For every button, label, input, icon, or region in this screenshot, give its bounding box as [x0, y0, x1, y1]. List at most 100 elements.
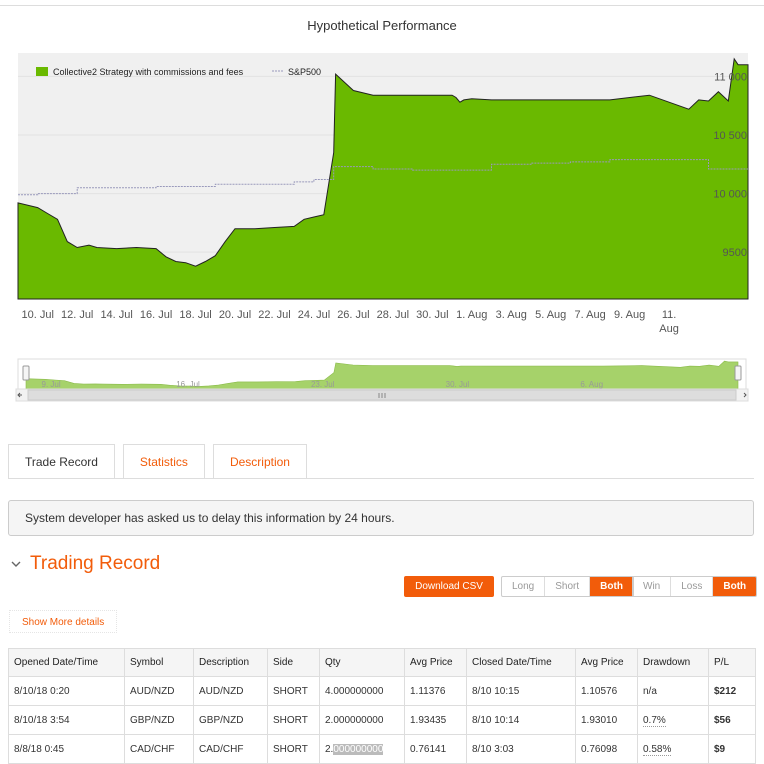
navigator-label: 16. Jul	[176, 380, 200, 389]
table-header-row: Opened Date/Time Symbol Description Side…	[8, 648, 756, 677]
col-symbol[interactable]: Symbol	[124, 648, 194, 677]
chevron-down-icon[interactable]	[10, 558, 22, 570]
table-row[interactable]: 8/10/18 3:54 GBP/NZD GBP/NZD SHORT 2.000…	[8, 705, 756, 735]
filter-short[interactable]: Short	[545, 577, 591, 596]
legend-strategy-label[interactable]: Collective2 Strategy with commissions an…	[53, 67, 244, 77]
section-title: Trading Record	[30, 553, 161, 574]
filter-long[interactable]: Long	[502, 577, 546, 596]
navigator-label: 23. Jul	[311, 380, 335, 389]
y-tick-label: 9500	[723, 247, 747, 259]
cell-drawdown: n/a	[637, 676, 709, 706]
navigator-right-handle[interactable]	[734, 365, 742, 381]
col-avg-price-open[interactable]: Avg Price	[404, 648, 467, 677]
col-side[interactable]: Side	[267, 648, 320, 677]
download-csv-button[interactable]: Download CSV	[404, 576, 494, 597]
tab-description[interactable]: Description	[212, 444, 307, 479]
navigator-left-handle[interactable]	[22, 365, 30, 381]
trades-table: Opened Date/Time Symbol Description Side…	[8, 648, 756, 764]
chart-navigator[interactable]: 9. Jul 16. Jul 23. Jul 30. Jul 6. Aug	[0, 356, 764, 406]
table-row[interactable]: 8/8/18 0:45 CAD/CHF CAD/CHF SHORT 2.0000…	[8, 734, 756, 764]
cell-drawdown[interactable]: 0.58%	[637, 734, 709, 764]
y-tick-label: 11 000	[714, 71, 747, 83]
cell-opened: 8/10/18 0:20	[8, 676, 125, 706]
cell-closed: 8/10 3:03	[466, 734, 576, 764]
x-tick-label: 28. Jul	[377, 309, 409, 321]
filter-win[interactable]: Win	[633, 577, 672, 596]
tab-statistics[interactable]: Statistics	[122, 444, 205, 479]
table-row[interactable]: 8/10/18 0:20 AUD/NZD AUD/NZD SHORT 4.000…	[8, 676, 756, 706]
cell-pl: $212	[708, 676, 756, 706]
qty-selected: 000000000	[333, 743, 384, 755]
x-tick-label: 7. Aug	[575, 309, 606, 321]
filter-result-both[interactable]: Both	[713, 577, 757, 596]
x-tick-label: 1. Aug	[456, 309, 487, 321]
col-qty[interactable]: Qty	[319, 648, 405, 677]
show-more-details-button[interactable]: Show More details	[9, 610, 118, 633]
filter-loss[interactable]: Loss	[671, 577, 714, 596]
x-tick-label: 11.	[662, 309, 676, 321]
navigator-svg[interactable]: 9. Jul 16. Jul 23. Jul 30. Jul 6. Aug	[0, 356, 764, 406]
cell-avg-price-close: 1.10576	[575, 676, 638, 706]
cell-closed: 8/10 10:15	[466, 676, 576, 706]
x-tick-label: 12. Jul	[61, 309, 93, 321]
x-tick-label: 10. Jul	[22, 309, 54, 321]
performance-chart[interactable]: 9500 10 000 10 500 11 000 10. Jul 12. Jul 14. …	[0, 8, 764, 348]
x-tick-label: 16. Jul	[140, 309, 172, 321]
drawdown-value[interactable]: 0.7%	[643, 714, 666, 727]
legend-strategy-swatch	[36, 67, 48, 76]
cell-side: SHORT	[267, 676, 320, 706]
cell-qty: 2.000000000	[319, 734, 405, 764]
cell-qty: 2.000000000	[319, 705, 405, 735]
cell-avg-price-open: 1.11376	[404, 676, 467, 706]
cell-opened: 8/10/18 3:54	[8, 705, 125, 735]
x-tick-label-line2: Aug	[659, 323, 679, 335]
cell-drawdown[interactable]: 0.7%	[637, 705, 709, 735]
drawdown-value[interactable]: 0.58%	[643, 743, 672, 756]
col-avg-price-close[interactable]: Avg Price	[575, 648, 638, 677]
x-tick-label: 3. Aug	[496, 309, 527, 321]
col-opened[interactable]: Opened Date/Time	[8, 648, 125, 677]
cell-avg-price-open: 0.76141	[404, 734, 467, 764]
y-tick-label: 10 000	[713, 189, 747, 201]
cell-symbol: AUD/NZD	[124, 676, 194, 706]
trading-record-header[interactable]: Trading Record	[10, 553, 160, 575]
x-tick-label: 24. Jul	[298, 309, 330, 321]
x-tick-label: 5. Aug	[535, 309, 566, 321]
cell-avg-price-close: 1.93010	[575, 705, 638, 735]
tab-bar: Trade Record Statistics Description	[8, 444, 315, 479]
y-tick-label: 10 500	[713, 130, 747, 142]
result-filter: Win Loss Both	[632, 576, 758, 597]
tab-divider	[8, 478, 754, 479]
chart-title: Hypothetical Performance	[307, 18, 457, 33]
cell-opened: 8/8/18 0:45	[8, 734, 125, 764]
col-description[interactable]: Description	[193, 648, 268, 677]
delay-notice: System developer has asked us to delay t…	[8, 500, 754, 536]
top-rule	[0, 0, 764, 6]
side-filter: Long Short Both	[501, 576, 634, 597]
x-tick-label: 14. Jul	[100, 309, 132, 321]
cell-pl: $56	[708, 705, 756, 735]
cell-avg-price-open: 1.93435	[404, 705, 467, 735]
cell-qty: 4.000000000	[319, 676, 405, 706]
legend-sp500-label[interactable]: S&P500	[288, 67, 321, 77]
x-tick-label: 30. Jul	[416, 309, 448, 321]
x-tick-label: 22. Jul	[258, 309, 290, 321]
col-pl[interactable]: P/L	[708, 648, 756, 677]
cell-symbol: CAD/CHF	[124, 734, 194, 764]
cell-closed: 8/10 10:14	[466, 705, 576, 735]
navigator-label: 30. Jul	[446, 380, 470, 389]
cell-description: CAD/CHF	[193, 734, 268, 764]
cell-avg-price-close: 0.76098	[575, 734, 638, 764]
x-tick-label: 18. Jul	[179, 309, 211, 321]
qty-value[interactable]: 2.000000000	[325, 743, 384, 755]
filter-side-both[interactable]: Both	[590, 577, 633, 596]
cell-description: AUD/NZD	[193, 676, 268, 706]
tab-trade-record[interactable]: Trade Record	[8, 444, 115, 479]
x-tick-label: 20. Jul	[219, 309, 251, 321]
x-tick-label: 9. Aug	[614, 309, 645, 321]
cell-side: SHORT	[267, 705, 320, 735]
x-tick-label: 26. Jul	[337, 309, 369, 321]
col-drawdown[interactable]: Drawdown	[637, 648, 709, 677]
cell-side: SHORT	[267, 734, 320, 764]
col-closed[interactable]: Closed Date/Time	[466, 648, 576, 677]
